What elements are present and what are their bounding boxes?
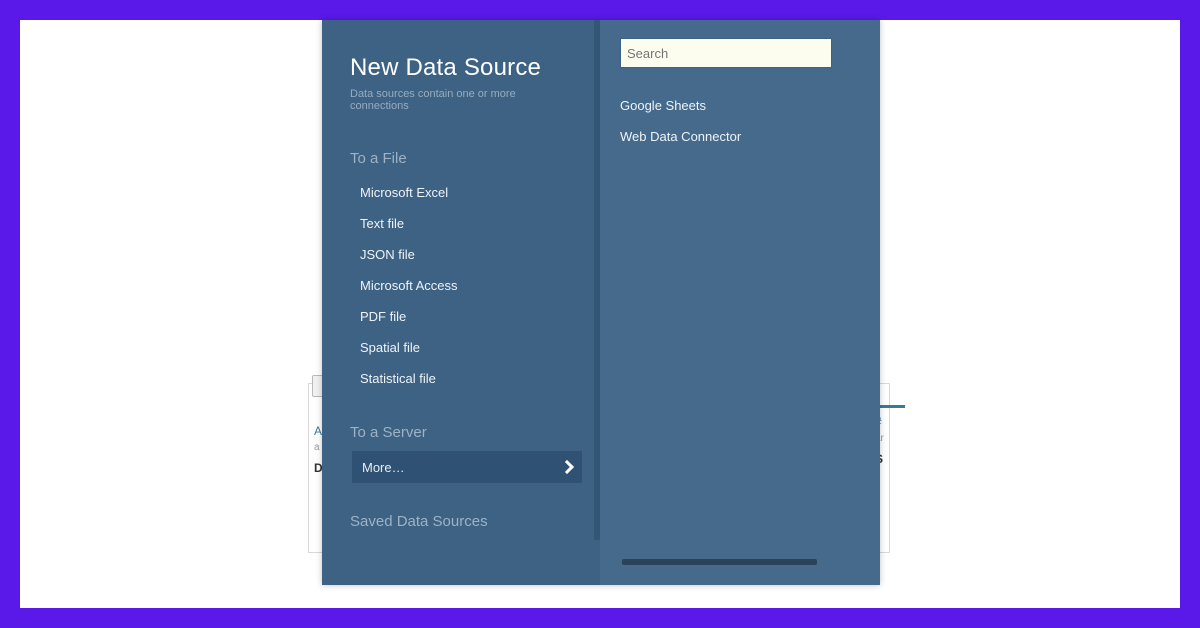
- bg-column-right: # ar S: [875, 415, 917, 466]
- dialog-title: New Data Source: [350, 54, 572, 82]
- bg-col-sub: ar: [875, 433, 917, 444]
- file-connector-pdf[interactable]: PDF file: [360, 301, 572, 332]
- file-connector-json[interactable]: JSON file: [360, 239, 572, 270]
- file-connector-access[interactable]: Microsoft Access: [360, 270, 572, 301]
- section-to-a-file: To a File: [350, 150, 572, 167]
- new-data-source-dialog: New Data Source Data sources contain one…: [322, 20, 880, 585]
- dialog-subtitle: Data sources contain one or more connect…: [350, 88, 572, 112]
- file-connector-list: Microsoft Excel Text file JSON file Micr…: [350, 177, 572, 394]
- dialog-left-panel: New Data Source Data sources contain one…: [322, 20, 600, 585]
- server-connector-web-data[interactable]: Web Data Connector: [620, 121, 860, 152]
- chevron-right-icon: [560, 460, 574, 474]
- dialog-right-panel: Google Sheets Web Data Connector: [600, 20, 880, 585]
- file-connector-spatial[interactable]: Spatial file: [360, 332, 572, 363]
- server-more-label: More…: [362, 460, 405, 475]
- bg-col-head: #: [875, 415, 917, 429]
- server-connector-google-sheets[interactable]: Google Sheets: [620, 90, 860, 121]
- app-background: # ar S A a D New Data Source Data source…: [20, 20, 1180, 608]
- file-connector-text[interactable]: Text file: [360, 208, 572, 239]
- file-connector-statistical[interactable]: Statistical file: [360, 363, 572, 394]
- section-to-a-server: To a Server: [350, 424, 572, 441]
- search-input[interactable]: [620, 38, 832, 68]
- bg-col-val: S: [875, 452, 917, 466]
- section-saved-sources: Saved Data Sources: [350, 513, 572, 530]
- right-panel-scrollbar[interactable]: [622, 559, 817, 565]
- file-connector-excel[interactable]: Microsoft Excel: [360, 177, 572, 208]
- server-connector-list: Google Sheets Web Data Connector: [620, 90, 860, 152]
- server-more-button[interactable]: More…: [352, 451, 582, 483]
